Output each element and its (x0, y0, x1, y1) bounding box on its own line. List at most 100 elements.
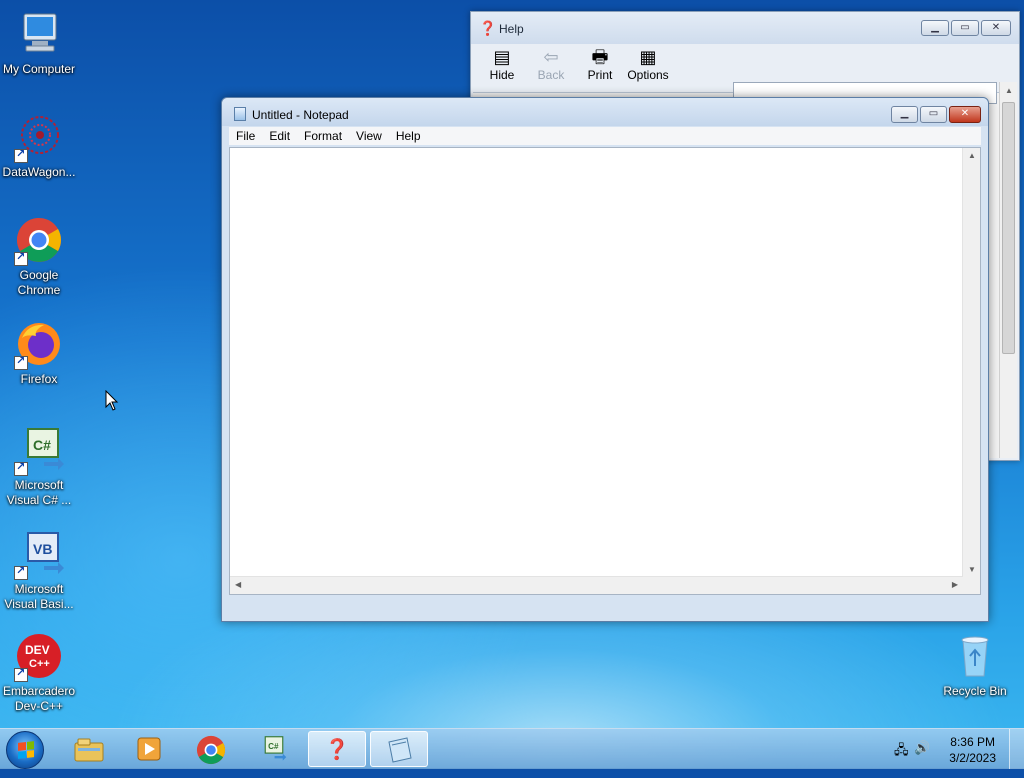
svg-text:C++: C++ (29, 658, 50, 670)
desktop-icon-datawagon[interactable]: DataWagon... (0, 113, 78, 180)
desktop-icon-label: Microsoft Visual C# ... (6, 478, 72, 507)
close-button[interactable]: ✕ (949, 106, 981, 123)
notepad-window[interactable]: Untitled - Notepad ▁ ▭ ✕ File Edit Forma… (221, 97, 989, 622)
taskbar-notepad[interactable] (370, 731, 428, 767)
help-scrollbar[interactable]: ▲ (999, 82, 1017, 458)
help-icon: ❓ (479, 20, 497, 36)
editor-content[interactable] (234, 150, 960, 574)
computer-icon (14, 10, 64, 60)
visual-basic-icon: VB (14, 530, 64, 580)
options-button[interactable]: ▦ Options (623, 46, 673, 82)
visual-csharp-icon: C# (264, 736, 287, 761)
firefox-icon (14, 320, 64, 370)
help-icon: ❓ (324, 739, 350, 761)
mouse-cursor-icon (105, 390, 119, 411)
show-desktop-button[interactable] (1009, 729, 1024, 769)
menu-file[interactable]: File (229, 129, 262, 143)
hide-icon: ▤ (493, 47, 511, 67)
shortcut-arrow-icon (14, 147, 28, 163)
desktop-icon-visual-csharp[interactable]: C# Microsoft Visual C# ... (0, 426, 78, 508)
printer-icon: 🖶 (591, 47, 609, 67)
back-arrow-icon: ⇦ (543, 47, 559, 67)
desktop-icon-label: Firefox (20, 372, 58, 386)
shortcut-arrow-icon (14, 460, 28, 476)
shortcut-arrow-icon (14, 564, 28, 580)
shortcut-arrow-icon (14, 250, 28, 266)
text-editor[interactable]: ▲ ▼ ◀ ▶ (229, 147, 981, 595)
desktop-icon-label: Recycle Bin (943, 684, 1007, 698)
options-icon: ▦ (639, 47, 657, 67)
hide-button[interactable]: ▤ Hide (477, 46, 527, 82)
desktop-icon-devcpp[interactable]: DEV C++ Embarcadero Dev-C++ (0, 632, 78, 714)
clock-date: 3/2/2023 (949, 751, 996, 765)
menu-help[interactable]: Help (389, 129, 428, 143)
svg-text:DEV: DEV (25, 643, 50, 657)
minimize-button[interactable]: ▁ (891, 106, 918, 123)
taskbar-chrome[interactable] (182, 731, 240, 767)
svg-text:VB: VB (33, 541, 52, 557)
hide-label: Hide (489, 68, 515, 82)
vertical-scrollbar[interactable]: ▲ ▼ (962, 148, 980, 577)
scrollbar-corner (963, 577, 980, 594)
notepad-icon (388, 737, 412, 763)
chrome-icon (196, 735, 226, 765)
scroll-down-arrow-icon[interactable]: ▼ (968, 565, 976, 574)
desktop-icon-label: Microsoft Visual Basi... (4, 582, 74, 611)
back-label: Back (537, 68, 565, 82)
horizontal-scrollbar[interactable]: ◀ ▶ (230, 576, 963, 594)
taskbar-help[interactable]: ❓ (308, 731, 366, 767)
menu-edit[interactable]: Edit (262, 129, 297, 143)
system-tray: 🖧 🔊 8:36 PM 3/2/2023 (884, 729, 1024, 769)
taskbar: C# ❓ 🖧 🔊 8:36 PM 3/2/2023 (0, 728, 1024, 769)
shortcut-arrow-icon (14, 666, 28, 682)
chrome-icon (14, 216, 64, 266)
desktop-icon-recycle-bin[interactable]: Recycle Bin (936, 632, 1014, 699)
shortcut-arrow-icon (14, 354, 28, 370)
menu-format[interactable]: Format (297, 129, 349, 143)
start-button[interactable] (6, 731, 44, 769)
print-button[interactable]: 🖶 Print (575, 46, 625, 82)
minimize-button[interactable]: ▁ (921, 20, 949, 36)
desktop-icon-label: DataWagon... (2, 165, 76, 179)
clock[interactable]: 8:36 PM 3/2/2023 (949, 734, 996, 766)
scroll-left-arrow-icon[interactable]: ◀ (235, 580, 241, 589)
svg-text:C#: C# (33, 437, 51, 453)
svg-text:C#: C# (268, 742, 279, 751)
notepad-icon (234, 107, 246, 121)
desktop-icon-firefox[interactable]: Firefox (0, 320, 78, 387)
notepad-window-title: Untitled - Notepad (252, 108, 349, 122)
desktop-icon-label: My Computer (2, 62, 76, 76)
help-titlebar[interactable]: ❓ Help ▁ ▭ ✕ (471, 12, 1019, 44)
scroll-up-arrow-icon[interactable]: ▲ (1005, 86, 1013, 95)
desktop-icon-google-chrome[interactable]: Google Chrome (0, 216, 78, 298)
desktop-icon-visual-basic[interactable]: VB Microsoft Visual Basi... (0, 530, 78, 612)
explorer-icon (74, 738, 104, 762)
desktop-icon-label: Google Chrome (17, 268, 61, 297)
maximize-button[interactable]: ▭ (951, 20, 979, 36)
scroll-up-arrow-icon[interactable]: ▲ (968, 151, 976, 160)
network-icon[interactable]: 🖧 (894, 741, 909, 763)
volume-icon[interactable]: 🔊 (914, 740, 930, 756)
clock-time: 8:36 PM (950, 735, 995, 749)
help-window-title: Help (499, 22, 524, 36)
devcpp-icon: DEV C++ (14, 632, 64, 682)
desktop-icon-label: Embarcadero Dev-C++ (2, 684, 76, 713)
taskbar-media-player[interactable] (120, 731, 178, 767)
menu-bar: File Edit Format View Help (229, 127, 981, 145)
menu-view[interactable]: View (349, 129, 389, 143)
media-player-icon (137, 737, 161, 761)
options-label: Options (627, 68, 669, 82)
taskbar-explorer[interactable] (60, 731, 118, 767)
taskbar-visual-csharp[interactable]: C# (245, 731, 303, 767)
datawagon-icon (14, 113, 64, 163)
recycle-bin-icon (950, 632, 1000, 682)
desktop-icon-my-computer[interactable]: My Computer (0, 10, 78, 77)
windows-logo-icon (18, 741, 34, 759)
visual-csharp-icon: C# (14, 426, 64, 476)
close-button[interactable]: ✕ (981, 20, 1011, 36)
back-button[interactable]: ⇦ Back (526, 46, 576, 82)
scroll-right-arrow-icon[interactable]: ▶ (952, 580, 958, 589)
maximize-button[interactable]: ▭ (920, 106, 947, 123)
notepad-titlebar[interactable]: Untitled - Notepad ▁ ▭ ✕ (222, 98, 988, 126)
scroll-thumb[interactable] (1002, 102, 1015, 354)
